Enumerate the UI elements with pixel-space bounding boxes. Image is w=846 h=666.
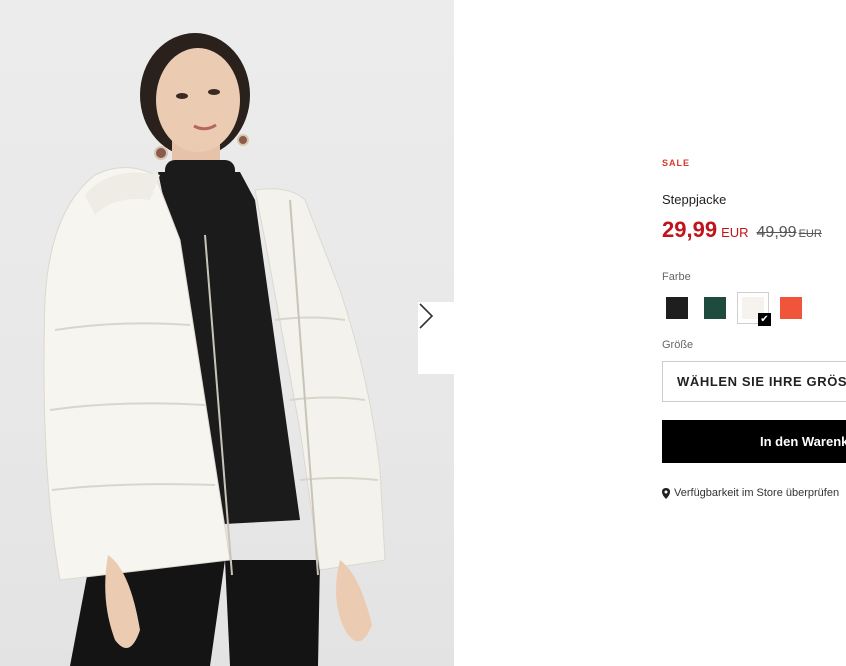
chevron-right-icon bbox=[419, 303, 434, 329]
store-availability-link[interactable]: Verfügbarkeit im Store überprüfen bbox=[662, 487, 839, 499]
map-pin-icon bbox=[662, 487, 670, 499]
old-price-currency: EUR bbox=[798, 228, 822, 240]
next-image-button[interactable] bbox=[418, 302, 454, 374]
color-swatch-orange-red[interactable] bbox=[776, 293, 806, 323]
store-availability-label: Verfügbarkeit im Store überprüfen bbox=[674, 487, 840, 499]
product-info: SALE Steppjacke 29,99 EUR 49,99 EUR Farbe ✔… bbox=[662, 0, 846, 666]
old-price: 49,99 bbox=[756, 224, 797, 241]
size-label: Größe bbox=[662, 339, 694, 351]
color-swatch-dark-green[interactable] bbox=[700, 293, 730, 323]
product-photo bbox=[43, 33, 386, 666]
size-select-placeholder: WÄHLEN SIE IHRE GRÖSSE bbox=[677, 374, 846, 389]
check-icon: ✔ bbox=[758, 313, 771, 326]
sale-badge: SALE bbox=[662, 158, 691, 168]
color-swatch-black[interactable] bbox=[662, 293, 692, 323]
current-price: 29,99 bbox=[662, 217, 718, 242]
price-row: 29,99 EUR 49,99 EUR bbox=[662, 217, 822, 243]
color-swatches: ✔ bbox=[662, 292, 806, 326]
color-swatch-cream[interactable]: ✔ bbox=[737, 292, 771, 326]
current-price-currency: EUR bbox=[721, 225, 749, 240]
size-select[interactable]: WÄHLEN SIE IHRE GRÖSSE bbox=[662, 361, 846, 402]
product-title: Steppjacke bbox=[662, 192, 727, 207]
color-label: Farbe bbox=[662, 271, 691, 283]
product-image-gallery bbox=[0, 0, 454, 666]
add-to-cart-button[interactable]: In den Warenkorb bbox=[662, 420, 846, 463]
add-to-cart-label: In den Warenkorb bbox=[760, 434, 846, 449]
